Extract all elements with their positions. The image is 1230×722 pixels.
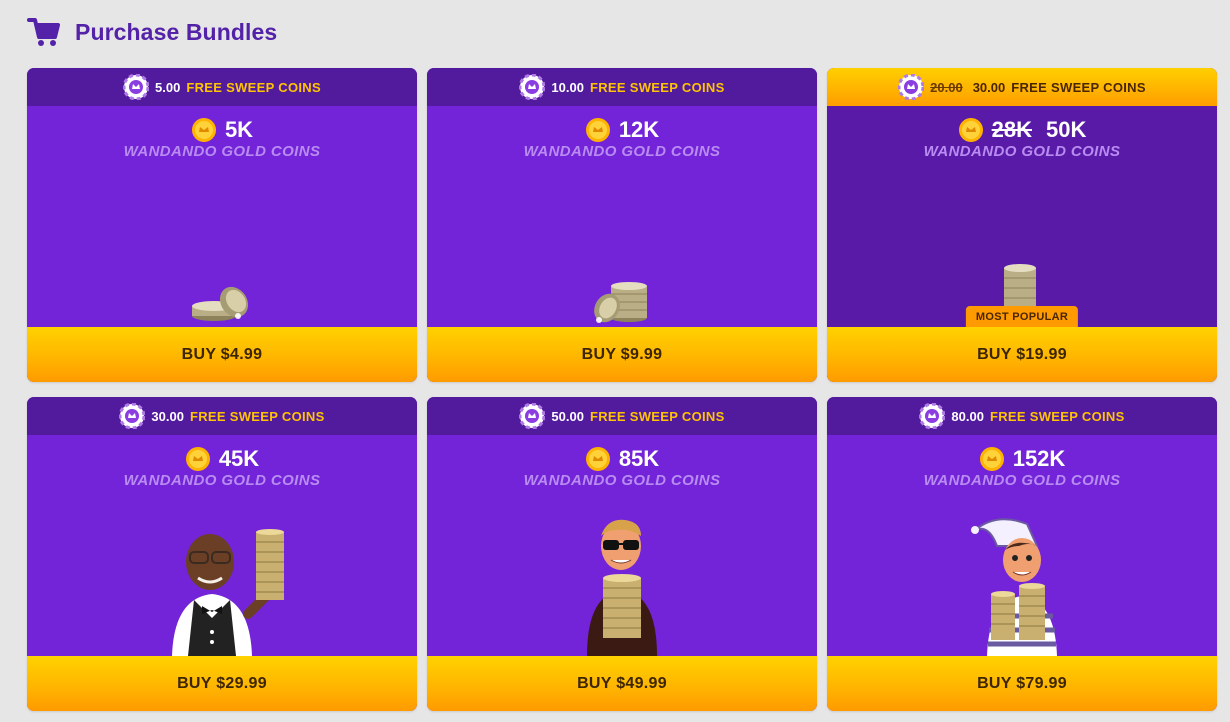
gold-label: WANDANDO GOLD COINS: [523, 472, 721, 489]
bundle-card: 5.00 FREE SWEEP COINS 5K WANDANDO GOLD C…: [27, 68, 417, 382]
sweep-coins-strip: 20.00 30.00 FREE SWEEP COINS: [827, 68, 1217, 106]
sweep-amount: 30.00: [151, 408, 184, 424]
gold-coin-icon: [958, 118, 983, 142]
buy-button[interactable]: BUY $49.99: [427, 656, 817, 711]
gold-line: 152K: [827, 445, 1217, 473]
gold-label: WANDANDO GOLD COINS: [123, 143, 321, 160]
sunglasses-character: [587, 519, 657, 656]
bundle-card: 50.00 FREE SWEEP COINS 85K WANDANDO GOLD…: [427, 397, 817, 711]
sweep-label: FREE SWEEP COINS: [589, 408, 725, 424]
sweep-chip-icon: [898, 74, 925, 100]
gold-amount: 5K: [224, 117, 254, 142]
gold-label: WANDANDO GOLD COINS: [923, 472, 1121, 489]
gold-label: WANDANDO GOLD COINS: [123, 472, 321, 489]
gold-amount: 152K: [1012, 446, 1066, 471]
sweep-label: FREE SWEEP COINS: [189, 408, 325, 424]
page-title: Purchase Bundles: [75, 18, 278, 45]
gold-coin-icon: [185, 447, 210, 471]
buy-button[interactable]: BUY $4.99: [27, 327, 417, 382]
bundle-card: 10.00 FREE SWEEP COINS 12K WANDANDO GOLD…: [427, 68, 817, 382]
gold-coin-icon: [585, 447, 610, 471]
gold-coin-icon: [585, 118, 610, 142]
gold-line: 5K: [27, 116, 417, 144]
coin-stack-small: [192, 286, 249, 321]
sweep-coins-strip: 10.00 FREE SWEEP COINS: [427, 68, 817, 106]
buy-button[interactable]: BUY $9.99: [427, 327, 817, 382]
sweep-amount: 50.00: [551, 408, 584, 424]
butler-character: [172, 529, 284, 656]
bundle-card: 80.00 FREE SWEEP COINS 152K WANDANDO GOL…: [827, 397, 1217, 711]
bundle-card-popular: 20.00 30.00 FREE SWEEP COINS 28K 50K WAN…: [827, 68, 1217, 382]
sweep-label: FREE SWEEP COINS: [1011, 79, 1146, 95]
gold-amount: 85K: [618, 446, 660, 471]
gold-line: 12K: [427, 116, 817, 144]
bundle-card: 30.00 FREE SWEEP COINS 45K WANDANDO GOLD…: [27, 397, 417, 711]
sweep-amount: 5.00: [155, 79, 181, 95]
gold-amount: 12K: [618, 117, 660, 142]
sweep-label: FREE SWEEP COINS: [589, 79, 725, 95]
gold-label: WANDANDO GOLD COINS: [523, 143, 721, 160]
gold-coin-icon: [979, 447, 1004, 471]
gold-amount: 50K: [1046, 117, 1087, 142]
cart-icon: [27, 18, 60, 46]
gold-line: 28K 50K: [827, 116, 1217, 144]
gold-coin-icon: [191, 118, 216, 142]
page-header: Purchase Bundles: [27, 14, 277, 50]
sweep-chip-icon: [123, 74, 150, 100]
sweep-chip-icon: [919, 403, 946, 429]
coin-stack-medium: [594, 282, 647, 323]
sweep-chip-icon: [119, 403, 146, 429]
sweep-label: FREE SWEEP COINS: [186, 79, 321, 95]
gold-amount: 45K: [218, 446, 260, 471]
sweep-coins-strip: 50.00 FREE SWEEP COINS: [427, 397, 817, 435]
buy-button[interactable]: BUY $79.99: [827, 656, 1217, 711]
sweep-old-amount: 20.00: [930, 79, 963, 95]
sweep-amount: 30.00: [972, 79, 1006, 95]
jester-character: [971, 518, 1057, 656]
sweep-coins-strip: 5.00 FREE SWEEP COINS: [27, 68, 417, 106]
sweep-chip-icon: [519, 74, 546, 100]
buy-button[interactable]: BUY $19.99: [827, 327, 1217, 382]
sweep-label: FREE SWEEP COINS: [989, 408, 1125, 424]
gold-label: WANDANDO GOLD COINS: [923, 143, 1121, 160]
bundle-grid: 5.00 FREE SWEEP COINS 5K WANDANDO GOLD C…: [27, 68, 1217, 711]
sweep-chip-icon: [519, 403, 546, 429]
sweep-amount: 80.00: [951, 408, 984, 424]
buy-button[interactable]: BUY $29.99: [27, 656, 417, 711]
sweep-coins-strip: 80.00 FREE SWEEP COINS: [827, 397, 1217, 435]
sweep-amount: 10.00: [551, 79, 584, 95]
gold-line: 85K: [427, 445, 817, 473]
gold-old-amount: 28K: [991, 117, 1032, 142]
most-popular-badge: MOST POPULAR: [965, 306, 1079, 327]
sweep-coins-strip: 30.00 FREE SWEEP COINS: [27, 397, 417, 435]
gold-line: 45K: [27, 445, 417, 473]
